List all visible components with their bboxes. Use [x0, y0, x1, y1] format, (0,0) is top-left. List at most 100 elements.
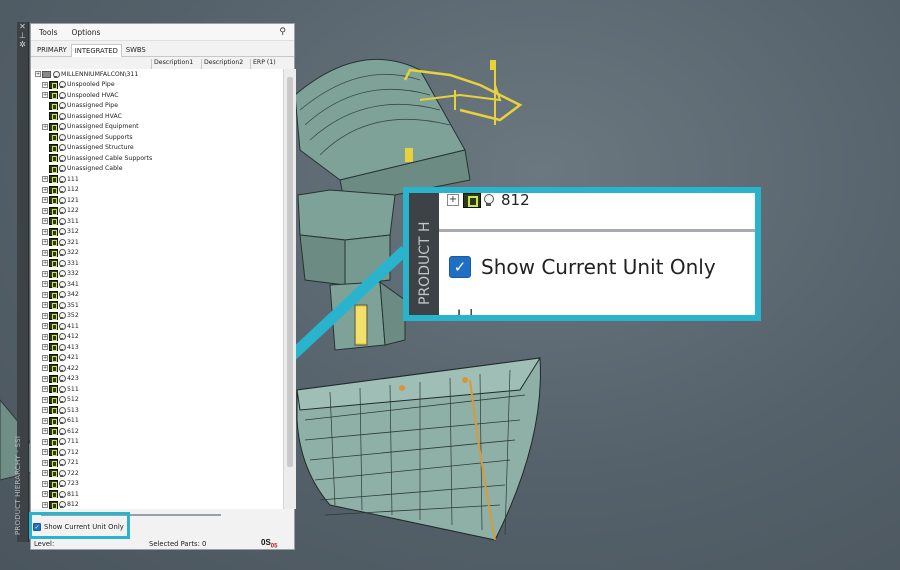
expand-icon[interactable]: +	[42, 365, 48, 372]
tree-row[interactable]: +311	[42, 216, 79, 227]
close-icon[interactable]: ⊥	[17, 31, 28, 40]
expand-icon[interactable]: +	[42, 323, 48, 330]
tree-row[interactable]: Unassigned Pipe	[42, 101, 118, 112]
tab-integrated[interactable]: INTEGRATED	[70, 44, 122, 57]
menu-tools[interactable]: Tools	[39, 28, 57, 37]
column-description1[interactable]: Description1	[151, 59, 193, 69]
expand-icon[interactable]: +	[42, 302, 48, 309]
tree-row[interactable]: +352	[42, 311, 79, 322]
tree-row[interactable]: +121	[42, 195, 79, 206]
expand-icon[interactable]: +	[42, 449, 48, 456]
tree-row[interactable]: Unassigned Structure	[42, 143, 134, 154]
tree-row[interactable]: +513	[42, 405, 79, 416]
expand-icon[interactable]: +	[42, 176, 48, 183]
expand-icon[interactable]: +	[42, 312, 48, 319]
tree-row[interactable]: +122	[42, 206, 79, 217]
tree-row[interactable]: +512	[42, 395, 79, 406]
visibility-bulb-icon[interactable]	[59, 280, 66, 288]
tree-row[interactable]: Unassigned Cable Supports	[42, 153, 152, 164]
visibility-bulb-icon[interactable]	[59, 469, 66, 477]
expand-icon[interactable]: +	[42, 218, 48, 225]
expand-icon[interactable]: +	[42, 428, 48, 435]
visibility-bulb-icon[interactable]	[59, 91, 66, 99]
tree-row[interactable]: +712	[42, 447, 79, 458]
visibility-bulb-icon[interactable]	[59, 417, 66, 425]
tree-row[interactable]: +411	[42, 321, 79, 332]
expand-icon[interactable]: +	[42, 344, 48, 351]
tree-row[interactable]: +322	[42, 248, 79, 259]
visibility-bulb-icon[interactable]	[59, 427, 66, 435]
expand-icon[interactable]: +	[42, 417, 48, 424]
expand-icon[interactable]: +	[42, 92, 48, 99]
expand-icon[interactable]: +	[42, 333, 48, 340]
expand-icon[interactable]: +	[42, 438, 48, 445]
pin-icon[interactable]: ✕	[17, 22, 28, 31]
tree-row[interactable]: + Unspooled Pipe	[42, 80, 115, 91]
expand-icon[interactable]: +	[42, 123, 48, 130]
visibility-bulb-icon[interactable]	[59, 312, 66, 320]
expand-icon[interactable]: +	[42, 228, 48, 235]
visibility-bulb-icon[interactable]	[59, 133, 66, 141]
expand-icon[interactable]: +	[42, 354, 48, 361]
visibility-bulb-icon[interactable]	[59, 322, 66, 330]
expand-icon[interactable]: +	[42, 396, 48, 403]
expand-icon[interactable]: +	[42, 260, 48, 267]
tree-row[interactable]: +342	[42, 290, 79, 301]
tree-row[interactable]: +413	[42, 342, 79, 353]
visibility-bulb-icon[interactable]	[59, 238, 66, 246]
expand-icon[interactable]: +	[42, 186, 48, 193]
expand-icon[interactable]: +	[42, 207, 48, 214]
expand-icon[interactable]: +	[35, 71, 41, 78]
visibility-bulb-icon[interactable]	[59, 385, 66, 393]
visibility-bulb-icon[interactable]	[59, 490, 66, 498]
visibility-bulb-icon[interactable]	[59, 259, 66, 267]
visibility-bulb-icon[interactable]	[59, 196, 66, 204]
tree-row[interactable]: +812	[42, 500, 79, 510]
tree-row[interactable]: +423	[42, 374, 79, 385]
tree-row[interactable]: +811	[42, 489, 79, 500]
visibility-bulb-icon[interactable]	[59, 102, 66, 110]
tree-row[interactable]: +421	[42, 353, 79, 364]
expand-icon[interactable]: +	[42, 197, 48, 204]
visibility-bulb-icon[interactable]	[59, 406, 66, 414]
visibility-bulb-icon[interactable]	[59, 154, 66, 162]
tree-row[interactable]: Unassigned Supports	[42, 132, 133, 143]
visibility-bulb-icon[interactable]	[59, 291, 66, 299]
expand-icon[interactable]: +	[42, 491, 48, 498]
tree-row[interactable]: +351	[42, 300, 79, 311]
tree-row[interactable]: +321	[42, 237, 79, 248]
tree-row[interactable]: +722	[42, 468, 79, 479]
visibility-bulb-icon[interactable]	[59, 459, 66, 467]
column-description2[interactable]: Description2	[201, 59, 243, 69]
expand-icon[interactable]: +	[42, 81, 48, 88]
visibility-bulb-icon[interactable]	[53, 70, 60, 78]
tree-row[interactable]: +332	[42, 269, 79, 280]
visibility-bulb-icon[interactable]	[59, 501, 66, 509]
visibility-bulb-icon[interactable]	[59, 217, 66, 225]
visibility-bulb-icon[interactable]	[59, 375, 66, 383]
expand-icon[interactable]: +	[42, 375, 48, 382]
tab-swbs[interactable]: SWBS	[123, 44, 149, 56]
visibility-bulb-icon[interactable]	[59, 354, 66, 362]
expand-icon[interactable]: +	[42, 407, 48, 414]
visibility-bulb-icon[interactable]	[59, 396, 66, 404]
expand-icon[interactable]: +	[42, 281, 48, 288]
tab-primary[interactable]: PRIMARY	[34, 44, 70, 56]
visibility-bulb-icon[interactable]	[59, 480, 66, 488]
tree-row[interactable]: + Unassigned Equipment	[42, 122, 139, 133]
expand-icon[interactable]: +	[42, 249, 48, 256]
pin-icon[interactable]: ⚲	[279, 27, 286, 37]
expand-icon[interactable]: +	[42, 501, 48, 508]
expand-icon[interactable]: +	[42, 270, 48, 277]
visibility-bulb-icon[interactable]	[59, 123, 66, 131]
tree-row[interactable]: +422	[42, 363, 79, 374]
visibility-bulb-icon[interactable]	[59, 112, 66, 120]
tree-row[interactable]: +721	[42, 458, 79, 469]
expand-icon[interactable]: +	[42, 386, 48, 393]
visibility-bulb-icon[interactable]	[59, 448, 66, 456]
gear-icon[interactable]: ✲	[17, 40, 28, 49]
expand-icon[interactable]: +	[42, 480, 48, 487]
vertical-scrollbar[interactable]	[283, 69, 296, 509]
tree-row[interactable]: +112	[42, 185, 79, 196]
tree-row[interactable]: +312	[42, 227, 79, 238]
